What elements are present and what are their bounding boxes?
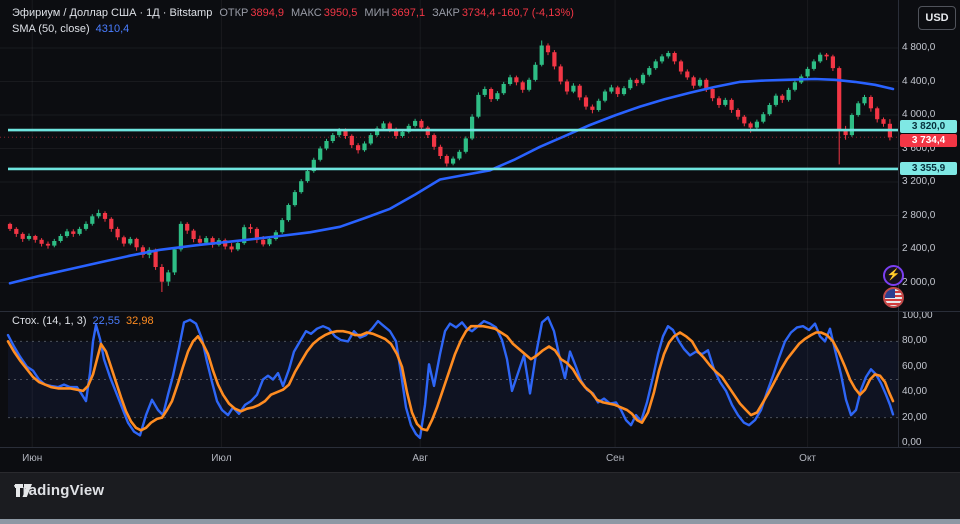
high-label: МАКС: [291, 7, 322, 19]
stoch-label: Стох. (14, 1, 3): [12, 315, 87, 327]
month-label: Июн: [22, 453, 42, 464]
price-axis-scale[interactable]: [898, 0, 960, 447]
price-tick-label: 4 000,0: [902, 109, 956, 120]
sma-label: SMA (50, close): [12, 23, 90, 35]
window-bottom-edge: [0, 519, 960, 524]
footer-bar: TradingView: [0, 472, 960, 520]
price-tick-label: 2 800,0: [902, 210, 956, 221]
price-axis-divider: [898, 0, 899, 447]
sma-value: 4310,4: [96, 23, 130, 35]
stoch-k-value: 22,55: [93, 315, 121, 327]
change-value: -160,7 (-4,13%): [497, 7, 573, 19]
tradingview-icon: [14, 481, 33, 500]
symbol-title: Эфириум / Доллар США · 1Д · Bitstamp: [12, 7, 212, 19]
symbol-legend: Эфириум / Доллар США · 1Д · Bitstamp ОТКР…: [12, 7, 574, 19]
month-label: Окт: [799, 453, 816, 464]
stoch-d-value: 32,98: [126, 315, 154, 327]
price-tick-label: 3 200,0: [902, 176, 956, 187]
price-chart-pane[interactable]: [0, 0, 960, 311]
price-badge-level: 3 355,9: [900, 162, 957, 175]
high-value: 3950,5: [324, 7, 358, 19]
price-tick-label: 4 400,0: [902, 76, 956, 87]
stoch-legend: Стох. (14, 1, 3) 22,55 32,98: [12, 315, 154, 327]
month-label: Июл: [211, 453, 231, 464]
price-tick-label: 2 000,0: [902, 277, 956, 288]
price-badge-level: 3 820,0: [900, 120, 957, 133]
close-label: ЗАКР: [432, 7, 460, 19]
stoch-tick-label: 60,00: [902, 361, 956, 372]
tradingview-logo-link[interactable]: TradingView: [14, 482, 104, 499]
month-label: Авг: [412, 453, 428, 464]
low-label: МИН: [364, 7, 389, 19]
open-label: ОТКР: [219, 7, 248, 19]
price-badge-last: 3 734,4: [900, 134, 957, 147]
sma-legend: SMA (50, close) 4310,4: [12, 23, 129, 35]
price-tick-label: 2 400,0: [902, 243, 956, 254]
stoch-tick-label: 80,00: [902, 335, 956, 346]
stochastic-pane[interactable]: [0, 311, 960, 447]
time-axis-divider: [0, 447, 960, 448]
chart-window: Эфириум / Доллар США · 1Д · Bitstamp ОТКР…: [0, 0, 960, 524]
close-value: 3734,4: [462, 7, 496, 19]
pane-divider[interactable]: [0, 311, 960, 312]
price-tick-label: 4 800,0: [902, 42, 956, 53]
open-value: 3894,9: [250, 7, 284, 19]
lightning-icon[interactable]: ⚡: [883, 265, 904, 286]
us-flag-icon[interactable]: [883, 287, 904, 308]
stoch-tick-label: 40,00: [902, 386, 956, 397]
low-value: 3697,1: [391, 7, 425, 19]
currency-usd-button[interactable]: USD: [918, 6, 956, 30]
month-label: Сен: [606, 453, 624, 464]
stoch-tick-label: 20,00: [902, 412, 956, 423]
